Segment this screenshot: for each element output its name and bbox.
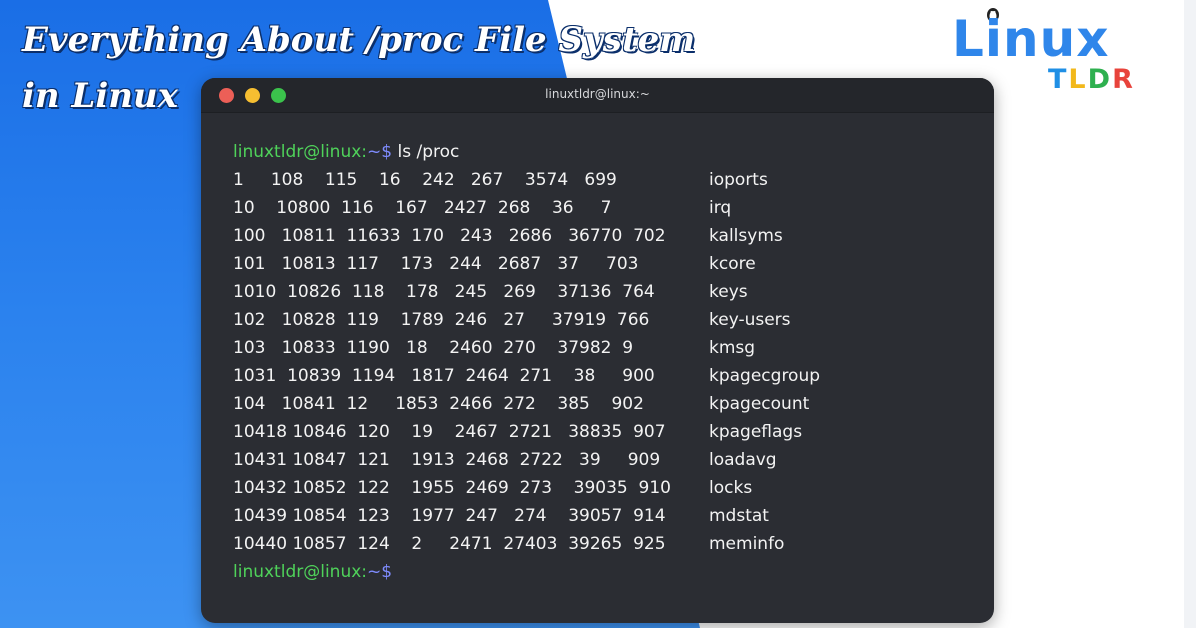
listing-row: 101 10813 117 173 244 2687 37 703 kcore <box>233 250 974 278</box>
pid-columns: 1 108 115 16 242 267 3574 699 <box>233 170 617 190</box>
proc-entry-name: irq <box>709 198 732 218</box>
prompt-user: linuxtldr@linux: <box>233 142 368 162</box>
listing-row: 10440 10857 124 2 2471 27403 39265 925 me… <box>233 530 974 558</box>
listing-row: 1 108 115 16 242 267 3574 699 ioports <box>233 166 974 194</box>
pid-columns: 10440 10857 124 2 2471 27403 39265 925 <box>233 534 666 554</box>
pid-columns: 100 10811 11633 170 243 2686 36770 702 <box>233 226 666 246</box>
listing-row: 103 10833 1190 18 2460 270 37982 9 kmsg <box>233 334 974 362</box>
listing-row: 10418 10846 120 19 2467 2721 38835 907 kp… <box>233 418 974 446</box>
pid-columns: 1031 10839 1194 1817 2464 271 38 900 <box>233 366 655 386</box>
prompt-path: ~$ <box>367 142 393 162</box>
proc-entry-name: mdstat <box>709 506 769 526</box>
headline-line-1: Everything About /proc File System <box>22 20 696 60</box>
pid-columns: 1010 10826 118 178 245 269 37136 764 <box>233 282 655 302</box>
logo-wordmark-tldr: TLDR <box>1048 64 1135 95</box>
proc-entry-name: loadavg <box>709 450 777 470</box>
proc-entry-name: keys <box>709 282 748 302</box>
right-edge-stripe <box>1184 0 1196 628</box>
listing-row: 10432 10852 122 1955 2469 273 39035 910 l… <box>233 474 974 502</box>
terminal-window[interactable]: linuxtldr@linux:~ linuxtldr@linux:~$ ls … <box>201 78 994 623</box>
terminal-title: linuxtldr@linux:~ <box>545 87 650 101</box>
pid-columns: 10431 10847 121 1913 2468 2722 39 909 <box>233 450 661 470</box>
terminal-output[interactable]: linuxtldr@linux:~$ ls /proc 1 108 115 16… <box>233 138 974 586</box>
listing-row: 102 10828 119 1789 246 27 37919 766 key-u… <box>233 306 974 334</box>
proc-entry-name: locks <box>709 478 753 498</box>
proc-entry-name: kpageflags <box>709 422 803 442</box>
listing-row: 1010 10826 118 178 245 269 37136 764 keys <box>233 278 974 306</box>
proc-entry-name: ioports <box>709 170 768 190</box>
proc-entry-name: kpagecount <box>709 394 810 414</box>
pid-columns: 104 10841 12 1853 2466 272 385 902 <box>233 394 644 414</box>
proc-entry-name: kpagecgroup <box>709 366 821 386</box>
command-text: ls /proc <box>392 142 460 162</box>
pid-columns: 10 10800 116 167 2427 268 36 7 <box>233 198 612 218</box>
listing-row: 10439 10854 123 1977 247 274 39057 914 md… <box>233 502 974 530</box>
pid-columns: 103 10833 1190 18 2460 270 37982 9 <box>233 338 634 358</box>
current-prompt[interactable]: linuxtldr@linux:~$ <box>233 558 974 586</box>
listing-row: 1031 10839 1194 1817 2464 271 38 900 kpag… <box>233 362 974 390</box>
listing-row: 100 10811 11633 170 243 2686 36770 702 ka… <box>233 222 974 250</box>
pid-columns: 10432 10852 122 1955 2469 273 39035 910 <box>233 478 671 498</box>
logo-wordmark-linux: Linux <box>952 10 1110 68</box>
listing-row: 10 10800 116 167 2427 268 36 7 irq <box>233 194 974 222</box>
pid-columns: 102 10828 119 1789 246 27 37919 766 <box>233 310 650 330</box>
proc-entry-name: key-users <box>709 310 791 330</box>
pid-columns: 10418 10846 120 19 2467 2721 38835 907 <box>233 422 666 442</box>
prompt-user: linuxtldr@linux: <box>233 562 368 582</box>
proc-entry-name: kmsg <box>709 338 756 358</box>
proc-entry-name: kcore <box>709 254 756 274</box>
proc-entry-name: kallsyms <box>709 226 783 246</box>
pid-columns: 10439 10854 123 1977 247 274 39057 914 <box>233 506 666 526</box>
prompt-path: ~$ <box>367 562 393 582</box>
listing-row: 10431 10847 121 1913 2468 2722 39 909 loa… <box>233 446 974 474</box>
pid-columns: 101 10813 117 173 244 2687 37 703 <box>233 254 639 274</box>
listing-row: 104 10841 12 1853 2466 272 385 902 kpagec… <box>233 390 974 418</box>
terminal-titlebar[interactable]: linuxtldr@linux:~ <box>201 78 994 113</box>
command-line: linuxtldr@linux:~$ ls /proc <box>233 138 974 166</box>
proc-entry-name: meminfo <box>709 534 785 554</box>
